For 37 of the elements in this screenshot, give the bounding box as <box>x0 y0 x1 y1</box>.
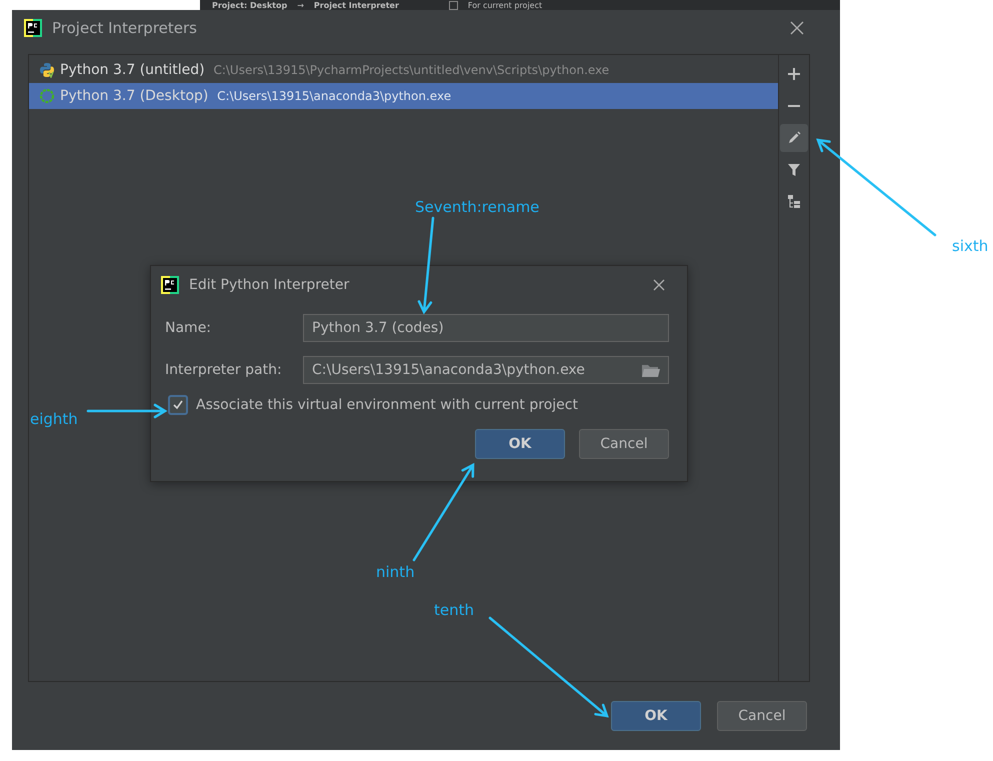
app-logo-icon <box>161 276 179 294</box>
interpreter-item[interactable]: Python 3.7 (Desktop) C:\Users\13915\anaconda3\python.exe <box>29 83 778 109</box>
arrow-text: → <box>297 0 304 10</box>
path-field[interactable]: C:\Users\13915\anaconda3\python.exe <box>303 356 669 384</box>
annotation-label: tenth <box>434 601 474 619</box>
close-icon <box>653 279 665 291</box>
ok-button[interactable]: OK <box>475 429 565 459</box>
breadcrumb-item: Project: Desktop <box>212 0 288 10</box>
filter-icon <box>787 163 801 177</box>
pencil-icon <box>787 131 801 145</box>
pencil-button[interactable] <box>780 124 808 152</box>
app-logo-icon <box>24 19 42 37</box>
annotation-label: ninth <box>376 563 415 581</box>
add-icon <box>787 67 801 81</box>
breadcrumb-item: Project Interpreter <box>314 0 399 10</box>
checkmark-icon <box>172 399 184 411</box>
interpreter-item[interactable]: Python 3.7 (untitled) C:\Users\13915\PycharmProjects\untitled\venv\Scripts\python.exe <box>29 57 778 83</box>
ring-icon <box>39 88 55 104</box>
checkbox[interactable] <box>168 395 188 415</box>
checkbox-label: Associate this virtual environment with current project <box>196 397 578 413</box>
field-label: Name: <box>165 320 212 336</box>
annotation-label: eighth <box>30 410 78 428</box>
option-label: For current project <box>468 0 542 10</box>
ok-button[interactable]: OK <box>611 701 701 731</box>
field-label: Interpreter path: <box>165 362 283 378</box>
cancel-button[interactable]: Cancel <box>717 701 807 731</box>
folder-icon <box>642 363 660 377</box>
python-icon <box>39 62 55 78</box>
cancel-button[interactable]: Cancel <box>579 429 669 459</box>
folder-tree-icon <box>787 195 801 209</box>
name-field[interactable]: Python 3.7 (codes) <box>303 314 669 342</box>
annotation-label: sixth <box>952 237 988 255</box>
close-icon <box>790 21 804 35</box>
checkbox-icon <box>448 0 458 10</box>
dialog-title: Edit Python Interpreter <box>189 277 350 293</box>
annotation-label: Seventh:rename <box>415 198 540 216</box>
window-title: Project Interpreters <box>52 19 198 37</box>
